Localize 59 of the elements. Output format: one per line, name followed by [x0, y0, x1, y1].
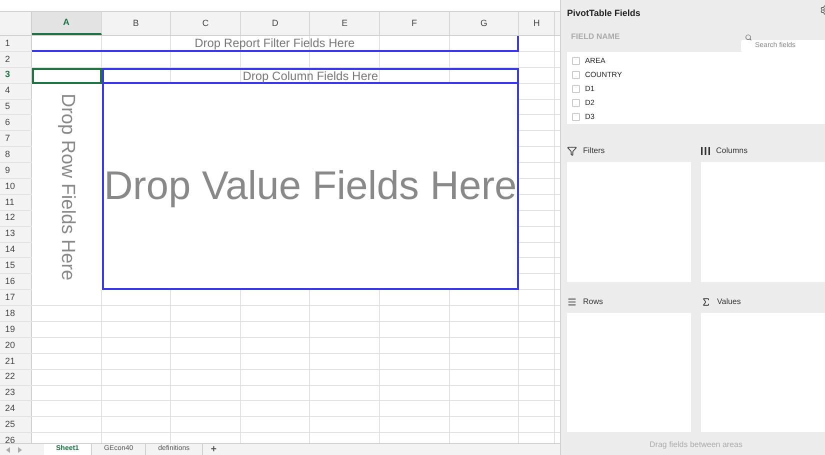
field-checkbox[interactable]: [572, 71, 580, 79]
row-header[interactable]: 11: [0, 194, 32, 210]
column-header[interactable]: C: [171, 12, 241, 35]
row-header[interactable]: 15: [0, 258, 32, 274]
row-header[interactable]: 17: [0, 290, 32, 306]
row-header[interactable]: 12: [0, 210, 32, 226]
row-header[interactable]: 14: [0, 242, 32, 258]
row-header[interactable]: 2: [0, 52, 32, 67]
row-header[interactable]: 6: [0, 115, 32, 130]
search-icon: [745, 34, 752, 40]
row-header[interactable]: 19: [0, 322, 32, 337]
row-header[interactable]: 3: [0, 68, 32, 83]
row-header[interactable]: 13: [0, 226, 32, 242]
column-header[interactable]: G: [450, 12, 520, 35]
row-header[interactable]: 23: [0, 386, 32, 400]
row-header[interactable]: 21: [0, 354, 32, 369]
column-header[interactable]: B: [102, 12, 172, 35]
column-header[interactable]: A: [32, 12, 102, 35]
filter-icon: [567, 146, 577, 156]
row-header[interactable]: 25: [0, 417, 32, 432]
row-header[interactable]: 5: [0, 100, 32, 114]
field-name-heading: FIELD NAME: [571, 31, 620, 43]
row-header[interactable]: 10: [0, 179, 32, 194]
row-header[interactable]: 24: [0, 401, 32, 416]
selected-cell: [32, 68, 102, 84]
row-header[interactable]: 9: [0, 163, 32, 178]
add-sheet-button[interactable]: +: [202, 444, 225, 455]
row-header[interactable]: 4: [0, 84, 32, 99]
field-checkbox[interactable]: [572, 57, 580, 65]
area-label: Values: [717, 296, 741, 308]
field-checkbox[interactable]: [572, 99, 580, 107]
area-label: Rows: [583, 296, 604, 308]
value-drop-zone: Drop Value Fields Here: [102, 84, 520, 290]
row-header[interactable]: 1: [0, 36, 32, 51]
field-checkbox[interactable]: [572, 113, 580, 121]
row-header[interactable]: 22: [0, 370, 32, 385]
field-checkbox[interactable]: [572, 85, 580, 93]
row-header[interactable]: 20: [0, 338, 32, 353]
rows-icon: [567, 297, 577, 307]
row-header[interactable]: 18: [0, 306, 32, 322]
column-header[interactable]: D: [240, 12, 310, 35]
panel-title: PivotTable Fields: [567, 7, 640, 20]
report-filter-drop-zone: Drop Report Filter Fields Here: [32, 36, 520, 52]
columns-icon: [701, 147, 710, 155]
scroll-left-icon[interactable]: [6, 447, 11, 453]
row-header[interactable]: 26: [0, 433, 32, 443]
column-header[interactable]: H: [519, 12, 556, 35]
scroll-right-icon[interactable]: [17, 447, 22, 453]
column-header[interactable]: E: [310, 12, 380, 35]
row-header[interactable]: 16: [0, 274, 32, 290]
area-label: Filters: [583, 145, 605, 157]
area-label: Columns: [716, 145, 748, 157]
column-header[interactable]: F: [380, 12, 450, 35]
sigma-icon: [701, 297, 711, 307]
row-drop-zone: Drop Row Fields Here: [56, 92, 79, 282]
panel-footer-hint: Drag fields between areas: [650, 439, 742, 451]
row-header[interactable]: 7: [0, 131, 32, 146]
column-drop-zone: Drop Column Fields Here: [102, 68, 520, 84]
row-header[interactable]: 8: [0, 147, 32, 162]
